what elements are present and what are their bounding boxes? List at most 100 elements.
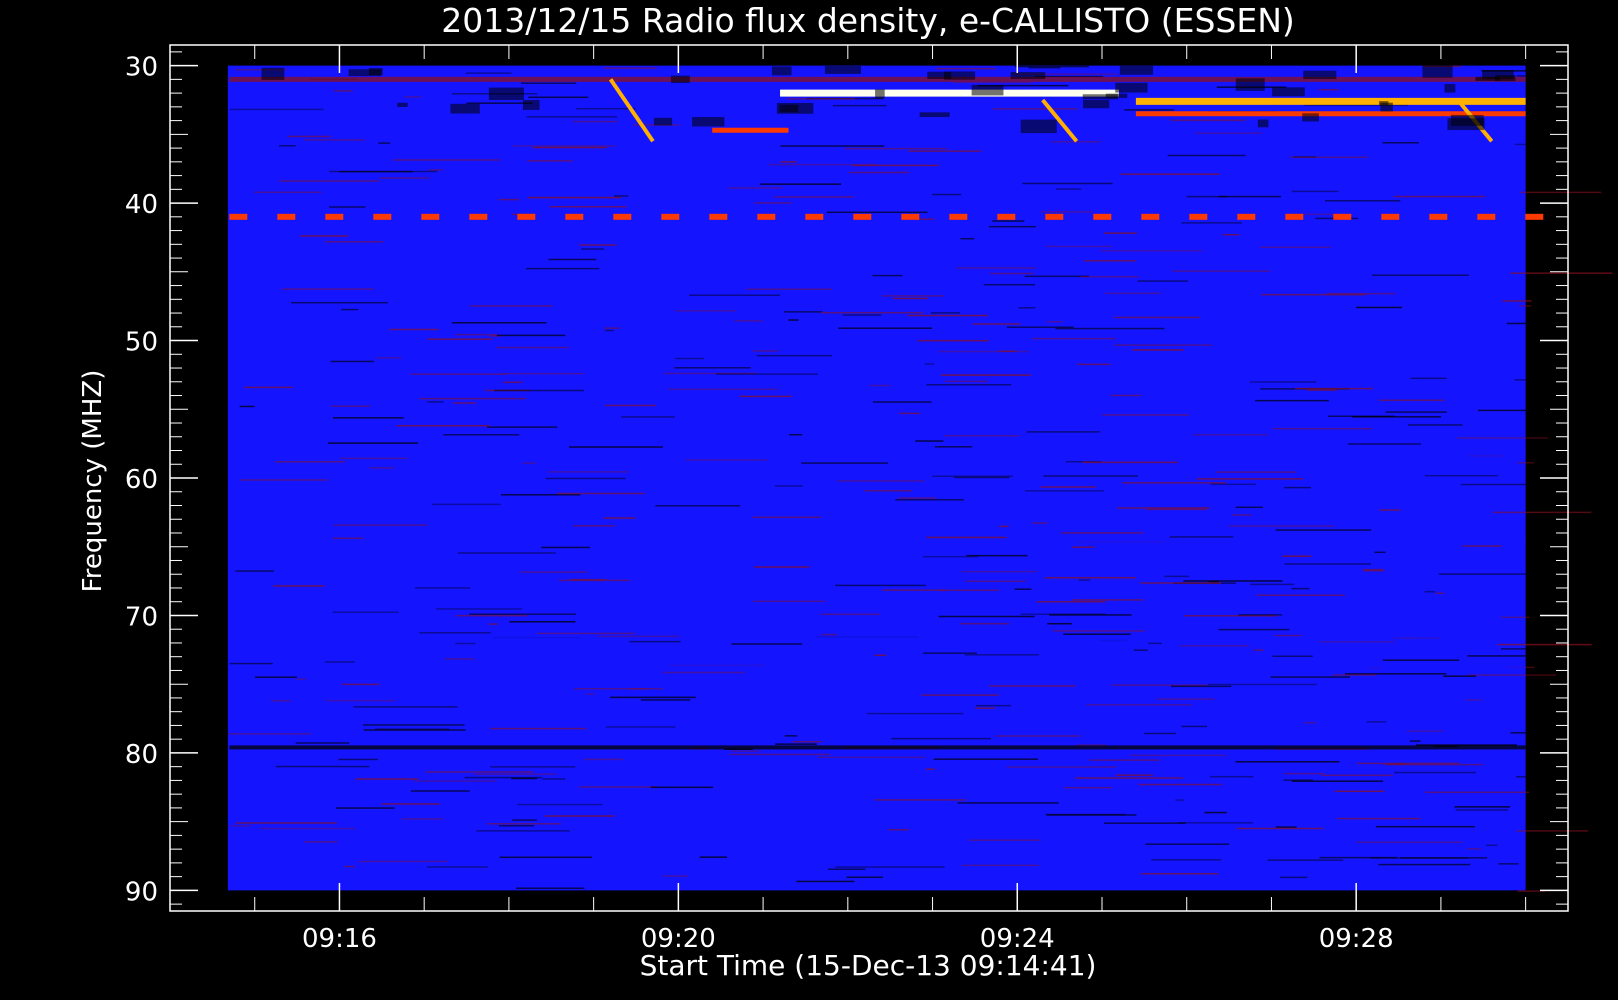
noise-streak [1032,522,1048,524]
noise-streak [556,492,645,495]
noise-streak [759,183,842,185]
noise-streak [874,654,887,657]
noise-streak [1378,399,1445,402]
noise-streak [780,161,797,163]
noise-streak [1409,740,1421,742]
noise-streak [872,274,903,277]
noise-streak [1089,759,1160,761]
dark-patch [919,112,950,118]
noise-streak [239,479,328,481]
noise-streak [989,272,1034,275]
noise-streak [324,661,355,663]
noise-streak [279,180,380,182]
noise-streak [426,866,488,868]
noise-streak [1046,320,1063,323]
noise-streak [621,416,675,418]
noise-streak [344,865,355,868]
noise-streak [511,145,616,147]
noise-streak [1183,580,1283,582]
noise-streak [1393,195,1486,198]
noise-streak [752,350,779,352]
noise-streak [291,301,388,304]
noise-streak [427,338,493,340]
band-7 [229,538,1526,544]
noise-streak [1328,415,1396,417]
noise-streak [1238,614,1283,616]
noise-streak [1274,634,1302,637]
noise-streak [864,490,913,492]
dark-patch [875,89,885,99]
noise-streak [952,81,1032,84]
spectrogram-area [227,65,1526,891]
noise-streak [629,688,649,690]
noise-streak [428,169,443,171]
noise-streak [940,374,1032,376]
noise-streak [1055,327,1165,330]
noise-streak [295,742,350,744]
noise-streak [1318,88,1339,91]
noise-streak [837,480,925,482]
noise-streak [1072,599,1144,601]
noise-streak [1063,633,1131,635]
noise-streak [826,211,928,214]
dark-patch [692,117,725,127]
noise-streak [603,517,636,519]
noise-streak [1014,588,1032,590]
noise-streak [1024,490,1104,492]
noise-streak [689,294,781,296]
noise-streak [715,373,819,375]
noise-streak [1250,381,1317,383]
noise-streak [570,578,607,581]
noise-streak [229,662,273,665]
noise-streak [968,839,1041,841]
dark-patch [824,66,862,74]
dark-patch [522,100,540,110]
noise-streak [1500,648,1596,650]
y-tick-label: 30 [125,53,158,83]
noise-streak [1080,275,1139,278]
noise-streak [1071,546,1095,548]
dark-patch [1272,87,1305,97]
dark-patch [653,117,673,126]
noise-streak [1236,827,1323,830]
noise-streak [1332,674,1377,676]
noise-streak [419,397,527,400]
dark-patch [670,75,690,84]
noise-streak [1036,600,1106,603]
noise-streak [1485,844,1498,847]
noise-streak [1181,222,1242,224]
noise-streak [501,372,584,375]
noise-streak [490,766,576,768]
noise-streak [304,841,338,843]
noise-streak [581,248,604,250]
noise-streak [1144,732,1176,735]
noise-streak [780,145,885,147]
noise-streak [1454,806,1511,808]
noise-streak [1120,173,1220,175]
noise-streak [568,446,663,448]
noise-streak [1406,730,1444,732]
noise-streak [685,459,768,461]
noise-streak [1324,200,1401,202]
noise-streak [1132,349,1184,351]
noise-streak [835,866,945,868]
noise-streak [503,381,522,384]
noise-streak [375,357,402,359]
noise-streak [1272,655,1313,658]
dashed-band-segment [1381,213,1400,220]
noise-streak [1024,275,1090,278]
noise-streak [341,308,359,311]
dashed-band-segment [1429,213,1448,220]
noise-streak [512,819,537,821]
noise-streak [939,589,1000,592]
noise-streak [995,735,1081,737]
noise-streak [746,288,833,290]
noise-streak [1435,592,1445,595]
noise-streak [988,225,1036,228]
noise-streak [1130,754,1226,757]
noise-streak [1194,132,1262,134]
noise-streak [545,477,626,480]
noise-streak [327,442,419,444]
noise-streak [775,743,817,745]
noise-streak [341,683,380,686]
